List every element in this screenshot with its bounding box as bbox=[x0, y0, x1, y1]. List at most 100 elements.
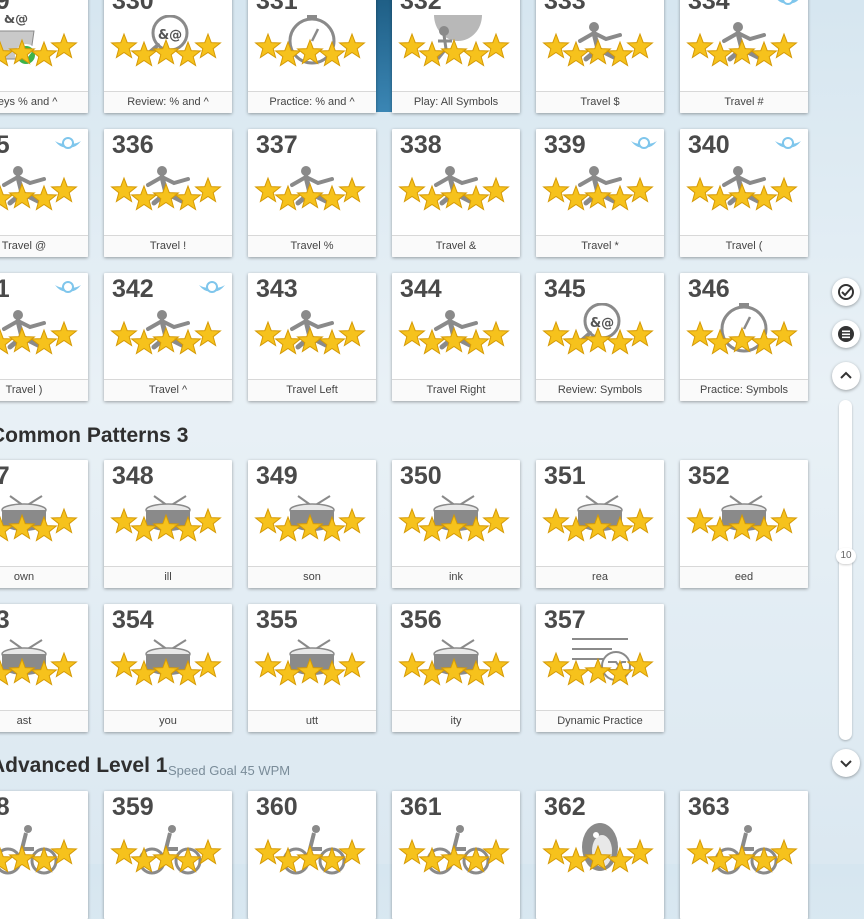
lesson-tile[interactable]: 356 ity bbox=[392, 604, 520, 732]
star-icon bbox=[626, 838, 654, 865]
star-icon bbox=[606, 328, 634, 355]
star-icon bbox=[398, 32, 426, 59]
lesson-tile[interactable]: 344 Travel Right bbox=[392, 273, 520, 401]
lesson-tile[interactable]: 333 Travel $ bbox=[536, 0, 664, 113]
star-icon bbox=[482, 651, 510, 678]
star-icon bbox=[562, 846, 590, 873]
lesson-number: 358 bbox=[0, 793, 10, 821]
lesson-tile[interactable]: 332 Play: All Symbols bbox=[392, 0, 520, 113]
star-icon bbox=[626, 507, 654, 534]
lesson-tile[interactable]: 339 Travel * bbox=[536, 129, 664, 257]
star-rating bbox=[254, 651, 366, 686]
star-rating bbox=[542, 176, 654, 211]
lesson-tile[interactable]: 355 utt bbox=[248, 604, 376, 732]
star-icon bbox=[254, 651, 282, 678]
star-icon bbox=[110, 320, 138, 347]
star-icon bbox=[274, 40, 302, 67]
lesson-caption: Travel @ bbox=[0, 235, 88, 257]
star-icon bbox=[584, 182, 612, 209]
lesson-number: 331 bbox=[256, 0, 298, 15]
lesson-tile[interactable]: 347 own bbox=[0, 460, 88, 588]
star-icon bbox=[542, 838, 570, 865]
lesson-tile[interactable]: 358 bbox=[0, 791, 88, 919]
star-icon bbox=[296, 844, 324, 871]
lesson-caption: Travel Right bbox=[392, 379, 520, 401]
lesson-tile[interactable]: 335 Travel @ bbox=[0, 129, 88, 257]
lesson-tile[interactable]: 338 Travel & bbox=[392, 129, 520, 257]
star-rating bbox=[110, 507, 222, 542]
star-icon bbox=[728, 38, 756, 65]
lesson-number: 357 bbox=[544, 606, 586, 634]
star-icon bbox=[254, 176, 282, 203]
lesson-tile[interactable]: 352 eed bbox=[680, 460, 808, 588]
star-icon bbox=[562, 328, 590, 355]
section-title: Common Patterns 3 bbox=[0, 424, 189, 447]
star-icon bbox=[0, 659, 14, 686]
lesson-tile[interactable]: &@ 329 Keys % and ^ bbox=[0, 0, 88, 113]
star-icon bbox=[728, 513, 756, 540]
lesson-tile[interactable]: 359 bbox=[104, 791, 232, 919]
lesson-caption: Review: Symbols bbox=[536, 379, 664, 401]
checklist-button[interactable] bbox=[832, 278, 860, 306]
lesson-tile[interactable]: 337 Travel % bbox=[248, 129, 376, 257]
star-icon bbox=[440, 844, 468, 871]
lesson-tile[interactable]: 341 Travel ) bbox=[0, 273, 88, 401]
lesson-tile[interactable]: 346 Practice: Symbols bbox=[680, 273, 808, 401]
lesson-tile[interactable]: 340 Travel ( bbox=[680, 129, 808, 257]
star-icon bbox=[418, 184, 446, 211]
lesson-tile[interactable]: 349 son bbox=[248, 460, 376, 588]
lesson-tile[interactable]: 362 bbox=[536, 791, 664, 919]
star-icon bbox=[110, 32, 138, 59]
lesson-tile[interactable]: 342 Travel ^ bbox=[104, 273, 232, 401]
star-rating bbox=[686, 176, 798, 211]
scroll-up-button[interactable] bbox=[832, 362, 860, 390]
lesson-caption: ink bbox=[392, 566, 520, 588]
star-icon bbox=[50, 651, 78, 678]
lesson-number: 330 bbox=[112, 0, 154, 15]
lesson-tile[interactable]: 363 bbox=[680, 791, 808, 919]
menu-list-icon bbox=[838, 326, 854, 342]
lesson-tile[interactable]: 353 ast bbox=[0, 604, 88, 732]
scrollbar-track[interactable] bbox=[839, 400, 852, 740]
star-icon bbox=[50, 32, 78, 59]
lesson-tile[interactable]: 336 Travel ! bbox=[104, 129, 232, 257]
lesson-tile[interactable]: 360 bbox=[248, 791, 376, 919]
lesson-caption: eed bbox=[680, 566, 808, 588]
lesson-number: 337 bbox=[256, 131, 298, 159]
star-icon bbox=[338, 32, 366, 59]
menu-button[interactable] bbox=[832, 320, 860, 348]
lesson-tile[interactable]: 343 Travel Left bbox=[248, 273, 376, 401]
star-icon bbox=[750, 328, 778, 355]
lesson-number: 355 bbox=[256, 606, 298, 634]
chevron-down-icon bbox=[840, 760, 852, 768]
lesson-tile[interactable]: &@ 345 Review: Symbols bbox=[536, 273, 664, 401]
lesson-tile[interactable]: 350 ink bbox=[392, 460, 520, 588]
lesson-number: 361 bbox=[400, 793, 442, 821]
star-rating bbox=[398, 651, 510, 686]
star-icon bbox=[562, 184, 590, 211]
star-icon bbox=[686, 838, 714, 865]
star-icon bbox=[770, 838, 798, 865]
star-icon bbox=[152, 38, 180, 65]
lesson-tile[interactable]: 334 Travel # bbox=[680, 0, 808, 113]
scroll-down-button[interactable] bbox=[832, 749, 860, 777]
star-rating bbox=[0, 320, 78, 355]
star-icon bbox=[398, 651, 426, 678]
star-icon bbox=[770, 32, 798, 59]
star-icon bbox=[50, 507, 78, 534]
star-icon bbox=[110, 838, 138, 865]
lesson-tile[interactable]: 351 rea bbox=[536, 460, 664, 588]
star-rating bbox=[254, 838, 366, 873]
lesson-tile[interactable]: 357 Dynamic Practice bbox=[536, 604, 664, 732]
lesson-tile[interactable]: &@ 330 Review: % and ^ bbox=[104, 0, 232, 113]
lesson-tile[interactable]: 331 Practice: % and ^ bbox=[248, 0, 376, 113]
lesson-tile[interactable]: 361 bbox=[392, 791, 520, 919]
star-icon bbox=[194, 651, 222, 678]
star-icon bbox=[750, 40, 778, 67]
lesson-tile[interactable]: 354 you bbox=[104, 604, 232, 732]
lesson-caption: you bbox=[104, 710, 232, 732]
star-icon bbox=[398, 320, 426, 347]
star-icon bbox=[706, 328, 734, 355]
star-icon bbox=[254, 320, 282, 347]
lesson-tile[interactable]: 348 ill bbox=[104, 460, 232, 588]
